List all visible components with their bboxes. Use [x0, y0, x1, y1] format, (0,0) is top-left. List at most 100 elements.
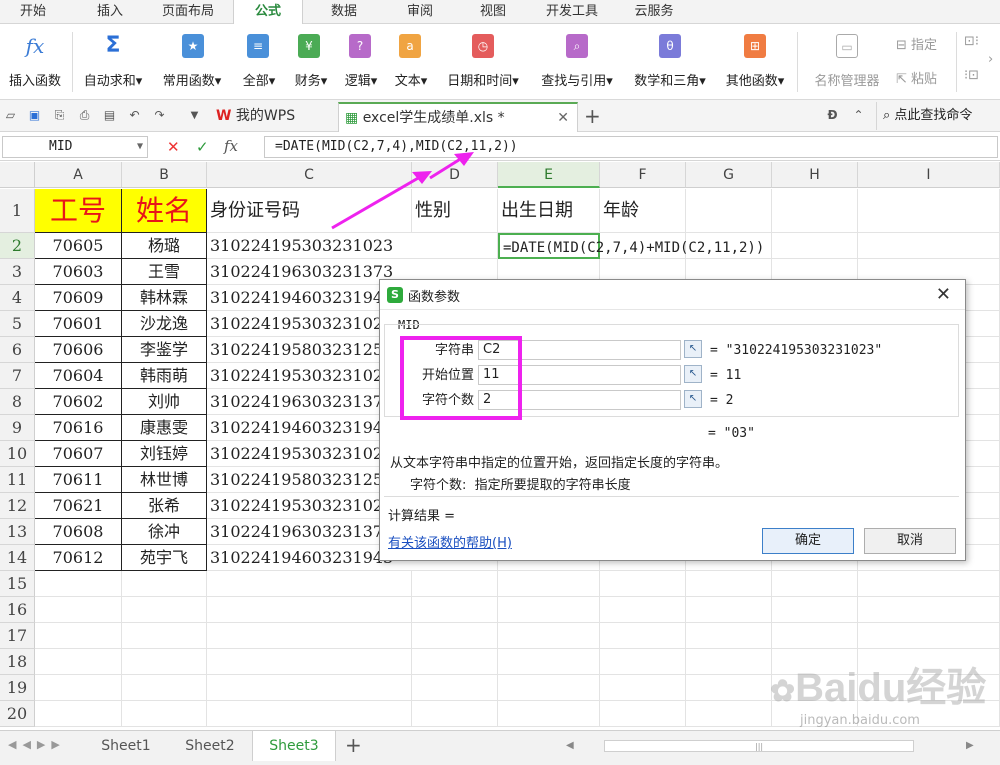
lookup-button[interactable]: ⌕ 查找与引用▾	[531, 28, 623, 96]
cell-id[interactable]: 70611	[35, 467, 122, 493]
cell[interactable]	[412, 571, 498, 597]
cell-id[interactable]: 70616	[35, 415, 122, 441]
active-cell-e2[interactable]: =DATE(MID(C2,7,4)+MID(C2,11,2))	[498, 233, 764, 259]
cell-id[interactable]: 70608	[35, 519, 122, 545]
row-header-2[interactable]: 2	[0, 233, 35, 259]
row-header-1[interactable]: 1	[0, 189, 35, 233]
column-header-b[interactable]: B	[122, 162, 207, 188]
header-cell-birthdate[interactable]: 出生日期	[498, 189, 600, 233]
my-wps-tab[interactable]: W 我的WPS	[210, 102, 332, 132]
command-search[interactable]: ⌕ 点此查找命令	[876, 102, 1000, 130]
cell[interactable]	[412, 649, 498, 675]
menu-tab-1[interactable]: 插入	[80, 0, 140, 24]
sheet-tab-3[interactable]: Sheet3	[252, 731, 336, 761]
row-header-4[interactable]: 4	[0, 285, 35, 311]
cell[interactable]	[122, 649, 207, 675]
cell[interactable]	[686, 189, 772, 233]
math-button[interactable]: θ 数学和三角▾	[625, 28, 715, 96]
sheet-tab-2[interactable]: Sheet2	[168, 731, 252, 761]
header-cell-name[interactable]: 姓名	[122, 189, 207, 233]
cell[interactable]	[600, 597, 686, 623]
cell[interactable]	[686, 597, 772, 623]
row-header-13[interactable]: 13	[0, 519, 35, 545]
cell-id[interactable]: 70621	[35, 493, 122, 519]
menu-tab-7[interactable]: 开发工具	[532, 0, 612, 24]
add-sheet-button[interactable]: +	[345, 733, 362, 757]
cell[interactable]	[686, 675, 772, 701]
cell[interactable]	[412, 701, 498, 727]
cell-name[interactable]: 刘帅	[122, 389, 207, 415]
cell[interactable]	[772, 571, 858, 597]
cell[interactable]	[600, 571, 686, 597]
column-header-g[interactable]: G	[686, 162, 772, 188]
finance-button[interactable]: ¥ 财务▾	[286, 28, 336, 96]
row-header-8[interactable]: 8	[0, 389, 35, 415]
cell-id[interactable]: 70604	[35, 363, 122, 389]
column-header-h[interactable]: H	[772, 162, 858, 188]
menu-tab-2[interactable]: 页面布局	[148, 0, 228, 24]
sheet-scroll-left-icon[interactable]: ◀	[566, 740, 578, 752]
row-header-18[interactable]: 18	[0, 649, 35, 675]
select-all-corner[interactable]	[0, 162, 35, 188]
cell[interactable]	[686, 701, 772, 727]
cell[interactable]	[858, 233, 1000, 259]
redo-icon[interactable]: ↷	[153, 109, 166, 122]
row-header-3[interactable]: 3	[0, 259, 35, 285]
ok-button[interactable]: 确定	[762, 528, 854, 554]
cell[interactable]	[35, 675, 122, 701]
export-icon[interactable]: ⎘	[53, 109, 66, 122]
cell[interactable]	[412, 597, 498, 623]
cell[interactable]	[686, 623, 772, 649]
cell[interactable]	[600, 623, 686, 649]
cell[interactable]	[498, 571, 600, 597]
row-header-20[interactable]: 20	[0, 701, 35, 727]
cell-name[interactable]: 刘钰婷	[122, 441, 207, 467]
header-cell-gender[interactable]: 性别	[412, 189, 498, 233]
name-manager-button[interactable]: ▭ 名称管理器	[806, 28, 888, 96]
cell[interactable]	[122, 571, 207, 597]
row-header-9[interactable]: 9	[0, 415, 35, 441]
fx-button[interactable]: fx	[224, 137, 238, 155]
cell[interactable]	[207, 571, 412, 597]
cell[interactable]	[35, 623, 122, 649]
row-header-15[interactable]: 15	[0, 571, 35, 597]
cell-id[interactable]: 70609	[35, 285, 122, 311]
logic-button[interactable]: ? 逻辑▾	[337, 28, 385, 96]
cell-name[interactable]: 沙龙逸	[122, 311, 207, 337]
menu-tab-0[interactable]: 开始	[0, 0, 66, 24]
column-header-d[interactable]: D	[412, 162, 498, 188]
cell-name[interactable]: 林世博	[122, 467, 207, 493]
cell[interactable]	[498, 623, 600, 649]
row-header-19[interactable]: 19	[0, 675, 35, 701]
specify-button[interactable]: ⊟ 指定	[896, 34, 937, 53]
cell[interactable]	[498, 597, 600, 623]
row-header-14[interactable]: 14	[0, 545, 35, 571]
file-tab[interactable]: ▦ excel学生成绩单.xls * ✕	[338, 102, 578, 132]
text-button[interactable]: a 文本▾	[387, 28, 435, 96]
remove-trace-icon[interactable]: ⁝⊡	[964, 68, 979, 83]
name-box[interactable]: MID ▼	[2, 136, 148, 158]
cell[interactable]	[122, 597, 207, 623]
cell[interactable]	[772, 623, 858, 649]
column-header-f[interactable]: F	[600, 162, 686, 188]
cell[interactable]	[207, 675, 412, 701]
print-icon[interactable]: ⎙	[78, 109, 91, 122]
cell[interactable]	[412, 233, 498, 259]
cell[interactable]	[35, 597, 122, 623]
cell-idcard[interactable]: 310224195303231023	[207, 233, 412, 259]
cell-id[interactable]: 70605	[35, 233, 122, 259]
menu-tab-3[interactable]: 公式	[233, 0, 303, 25]
cell-id[interactable]: 70606	[35, 337, 122, 363]
cell[interactable]	[35, 701, 122, 727]
row-header-16[interactable]: 16	[0, 597, 35, 623]
cell[interactable]	[207, 623, 412, 649]
cell[interactable]	[772, 597, 858, 623]
cell[interactable]	[772, 233, 858, 259]
confirm-formula-icon[interactable]: ✓	[196, 138, 209, 156]
cell[interactable]	[122, 701, 207, 727]
cell-id[interactable]: 70612	[35, 545, 122, 571]
undo-icon[interactable]: ↶	[128, 109, 141, 122]
all-functions-button[interactable]: ≡ 全部▾	[234, 28, 284, 96]
cell-picker-icon[interactable]: ↖	[684, 340, 702, 358]
expand-icon[interactable]: ⌃	[852, 109, 865, 122]
